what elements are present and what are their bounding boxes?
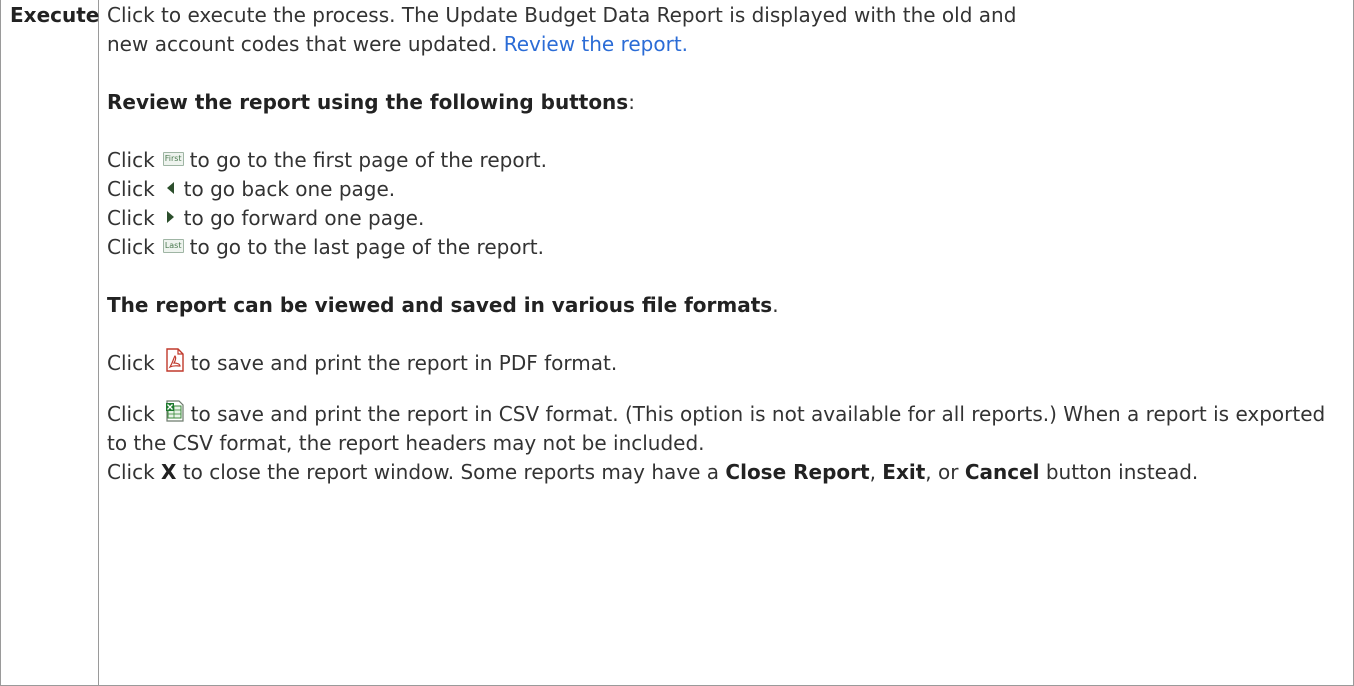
first-page-icon[interactable]: First: [162, 151, 184, 166]
review-heading: Review the report using the following bu…: [107, 88, 1345, 117]
csv-excel-icon[interactable]: [165, 399, 185, 423]
click-text: Click: [107, 148, 155, 172]
term-label: Execute: [10, 3, 100, 27]
review-heading-text: Review the report using the following bu…: [107, 90, 629, 114]
click-text: Click: [107, 235, 155, 259]
instruction-table: Execute Click to execute the process. Th…: [0, 0, 1354, 686]
nav-forward-line: Click to go forward one page.: [107, 204, 1345, 233]
last-page-icon[interactable]: Last: [162, 238, 184, 253]
intro-text-2: new account codes that were updated.: [107, 32, 504, 56]
review-heading-colon: :: [628, 90, 635, 114]
or-text: , or: [925, 460, 959, 484]
click-text: Click: [107, 402, 155, 426]
next-page-icon[interactable]: [166, 210, 174, 223]
close-x-label: X: [161, 460, 177, 484]
exit-label: Exit: [882, 460, 926, 484]
formats-heading-text: The report can be viewed and saved in va…: [107, 293, 773, 317]
formats-heading-period: .: [772, 293, 779, 317]
click-text: Click: [107, 177, 155, 201]
close-paragraph: Click X to close the report window. Some…: [107, 458, 1345, 487]
description-cell: Click to execute the process. The Update…: [98, 0, 1354, 686]
term-cell: Execute: [0, 0, 100, 686]
comma-text: ,: [869, 460, 883, 484]
review-report-link[interactable]: Review the report.: [504, 32, 688, 56]
table-row: Execute Click to execute the process. Th…: [0, 0, 1354, 686]
nav-back-line: Click to go back one page.: [107, 175, 1345, 204]
pdf-line: Click to save and print the report in PD…: [107, 347, 1345, 378]
csv-paragraph: Click to save and print the report in CS…: [107, 399, 1345, 458]
close-end-text: button instead.: [1039, 460, 1199, 484]
click-text: Click: [107, 351, 155, 375]
pdf-text: to save and print the report in PDF form…: [190, 351, 618, 375]
intro-line-2: new account codes that were updated. Rev…: [107, 30, 1345, 59]
close-report-label: Close Report: [725, 460, 870, 484]
nav-last-line: Click Last to go to the last page of the r…: [107, 233, 1345, 262]
close-text: to close the report window. Some reports…: [176, 460, 726, 484]
formats-heading: The report can be viewed and saved in va…: [107, 291, 1345, 320]
pdf-icon[interactable]: [165, 347, 185, 372]
nav-last-text: to go to the last page of the report.: [189, 235, 544, 259]
intro-line-1: Click to execute the process. The Update…: [107, 3, 1017, 27]
click-text: Click: [107, 460, 162, 484]
cancel-label: Cancel: [964, 460, 1040, 484]
nav-forward-text: to go forward one page.: [183, 206, 425, 230]
csv-text: to save and print the report in CSV form…: [107, 402, 1326, 455]
nav-first-line: Click First to go to the first page of the…: [107, 146, 1345, 175]
nav-back-text: to go back one page.: [183, 177, 396, 201]
previous-page-icon[interactable]: [166, 181, 174, 194]
nav-first-text: to go to the first page of the report.: [189, 148, 547, 172]
click-text: Click: [107, 206, 155, 230]
